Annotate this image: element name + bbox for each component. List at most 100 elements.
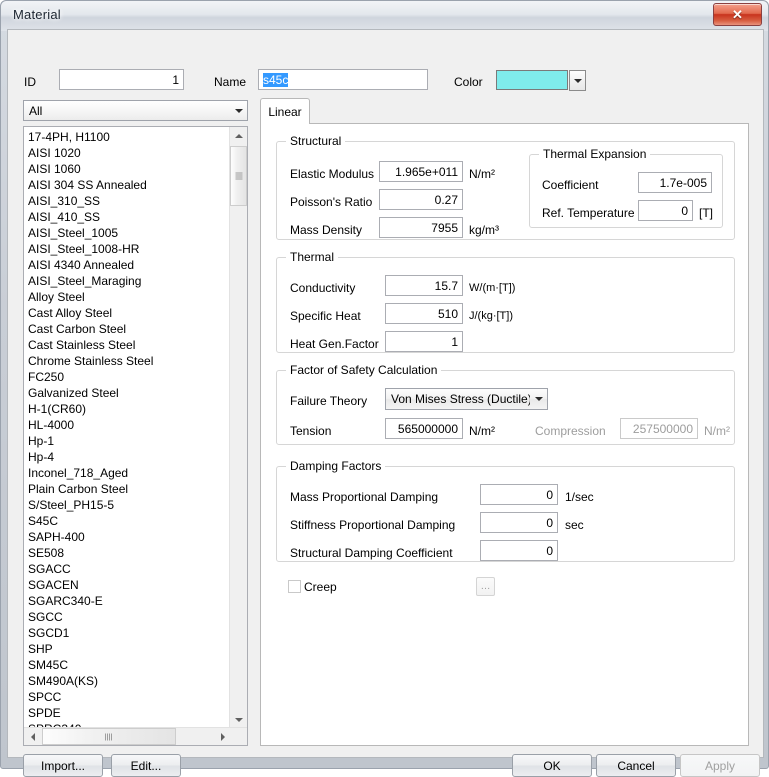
coefficient-input[interactable]: 1.7e-005 xyxy=(638,172,712,193)
mass-density-input[interactable]: 7955 xyxy=(379,217,463,238)
name-label: Name xyxy=(214,75,247,89)
list-item[interactable]: SGACEN xyxy=(27,577,230,593)
window-title: Material xyxy=(13,7,61,22)
elastic-modulus-label: Elastic Modulus xyxy=(290,167,375,181)
list-item[interactable]: Cast Stainless Steel xyxy=(27,337,230,353)
list-item[interactable]: SAPH-400 xyxy=(27,529,230,545)
list-item[interactable]: FC250 xyxy=(27,369,230,385)
list-item[interactable]: AISI 4340 Annealed xyxy=(27,257,230,273)
material-list-rows: 17-4PH, H1100 AISI 1020 AISI 1060 AISI 304 … xyxy=(24,127,230,745)
scroll-right-button[interactable] xyxy=(214,728,231,745)
name-value: s45c xyxy=(263,72,289,87)
factor-of-safety-group: Factor of Safety Calculation Failure The… xyxy=(276,363,735,445)
list-item[interactable]: AISI 304 SS Annealed xyxy=(27,177,230,193)
list-item[interactable]: AISI_Steel_1005 xyxy=(27,225,230,241)
list-item[interactable]: SPDE xyxy=(27,705,230,721)
import-button[interactable]: Import... xyxy=(23,754,103,777)
conductivity-input[interactable]: 15.7 xyxy=(385,275,463,296)
id-label: ID xyxy=(24,75,36,89)
scroll-down-button[interactable] xyxy=(230,711,247,728)
poissons-ratio-label: Poisson's Ratio xyxy=(290,195,373,209)
close-button[interactable]: ✕ xyxy=(713,3,762,26)
stiffness-proportional-damping-input[interactable]: 0 xyxy=(480,512,558,533)
list-item[interactable]: S45C xyxy=(27,513,230,529)
tab-linear[interactable]: Linear xyxy=(260,98,310,124)
color-swatch[interactable] xyxy=(496,70,568,90)
list-item[interactable]: SGARC340-E xyxy=(27,593,230,609)
list-item[interactable]: SM490A(KS) xyxy=(27,673,230,689)
scroll-left-button[interactable] xyxy=(24,728,41,745)
list-item[interactable]: Cast Carbon Steel xyxy=(27,321,230,337)
triangle-left-icon xyxy=(30,732,35,741)
list-item[interactable]: Chrome Stainless Steel xyxy=(27,353,230,369)
list-item[interactable]: SGCC xyxy=(27,609,230,625)
list-item[interactable]: AISI 1060 xyxy=(27,161,230,177)
specific-heat-input[interactable]: 510 xyxy=(385,303,463,324)
tension-unit: N/m² xyxy=(469,424,495,438)
mass-proportional-damping-unit: 1/sec xyxy=(565,490,594,504)
list-item[interactable]: HL-4000 xyxy=(27,417,230,433)
list-item[interactable]: Cast Alloy Steel xyxy=(27,305,230,321)
dialog-client-area: ID 1 Name s45c Color All 17-4PH, H1100 AI… xyxy=(7,29,764,777)
id-input[interactable]: 1 xyxy=(59,69,184,90)
horizontal-scroll-thumb[interactable] xyxy=(42,728,176,745)
compression-input: 257500000 xyxy=(620,418,698,439)
ref-temperature-value: 0 xyxy=(681,203,688,218)
structural-group: Structural Elastic Modulus 1.965e+011 N/… xyxy=(276,134,735,240)
elastic-modulus-unit: N/m² xyxy=(469,167,495,181)
creep-options-button[interactable]: … xyxy=(476,577,495,596)
heat-gen-factor-input[interactable]: 1 xyxy=(385,331,463,352)
color-dropdown-button[interactable] xyxy=(569,70,586,91)
list-vertical-scrollbar[interactable] xyxy=(229,127,247,728)
compression-label: Compression xyxy=(535,424,606,438)
list-item[interactable]: SE508 xyxy=(27,545,230,561)
structural-damping-coefficient-value: 0 xyxy=(546,543,553,558)
list-item[interactable]: AISI_Steel_1008-HR xyxy=(27,241,230,257)
list-item[interactable]: SGACC xyxy=(27,561,230,577)
list-item[interactable]: Alloy Steel xyxy=(27,289,230,305)
thermal-expansion-group: Thermal Expansion Coefficient 1.7e-005 R… xyxy=(529,147,723,228)
ok-button[interactable]: OK xyxy=(512,754,592,777)
list-item[interactable]: AISI_Steel_Maraging xyxy=(27,273,230,289)
category-filter-combo[interactable]: All xyxy=(23,100,248,121)
material-listbox[interactable]: 17-4PH, H1100 AISI 1020 AISI 1060 AISI 304 … xyxy=(23,126,248,746)
list-item[interactable]: Inconel_718_Aged xyxy=(27,465,230,481)
ref-temperature-input[interactable]: 0 xyxy=(638,200,693,221)
list-horizontal-scrollbar[interactable] xyxy=(24,727,247,745)
list-item[interactable]: SM45C xyxy=(27,657,230,673)
list-item[interactable]: Plain Carbon Steel xyxy=(27,481,230,497)
list-item[interactable]: AISI 1020 xyxy=(27,145,230,161)
list-item[interactable]: AISI_310_SS xyxy=(27,193,230,209)
list-item[interactable]: SHP xyxy=(27,641,230,657)
ref-temperature-label: Ref. Temperature xyxy=(542,206,635,220)
creep-checkbox[interactable] xyxy=(288,580,301,593)
id-value: 1 xyxy=(172,72,179,87)
tension-input[interactable]: 565000000 xyxy=(385,418,463,439)
list-item[interactable]: SPCC xyxy=(27,689,230,705)
chevron-down-icon xyxy=(530,389,547,409)
failure-theory-value: Von Mises Stress (Ductile) xyxy=(391,392,530,406)
triangle-up-icon xyxy=(234,133,243,138)
apply-button: Apply xyxy=(680,754,760,777)
structural-damping-coefficient-label: Structural Damping Coefficient xyxy=(290,546,453,560)
poissons-ratio-input[interactable]: 0.27 xyxy=(379,189,463,210)
structural-damping-coefficient-input[interactable]: 0 xyxy=(480,540,558,561)
list-item[interactable]: 17-4PH, H1100 xyxy=(27,129,230,145)
list-item[interactable]: Hp-1 xyxy=(27,433,230,449)
tension-value: 565000000 xyxy=(397,421,458,436)
list-item[interactable]: S/Steel_PH15-5 xyxy=(27,497,230,513)
elastic-modulus-input[interactable]: 1.965e+011 xyxy=(379,161,463,182)
list-item[interactable]: Hp-4 xyxy=(27,449,230,465)
mass-proportional-damping-input[interactable]: 0 xyxy=(480,484,558,505)
list-item[interactable]: AISI_410_SS xyxy=(27,209,230,225)
list-item[interactable]: Galvanized Steel xyxy=(27,385,230,401)
edit-button[interactable]: Edit... xyxy=(111,754,181,777)
name-input[interactable]: s45c xyxy=(258,69,428,90)
scroll-up-button[interactable] xyxy=(230,127,247,144)
list-item[interactable]: H-1(CR60) xyxy=(27,401,230,417)
failure-theory-combo[interactable]: Von Mises Stress (Ductile) xyxy=(385,388,548,410)
vertical-scroll-thumb[interactable] xyxy=(230,146,247,206)
cancel-button[interactable]: Cancel xyxy=(596,754,676,777)
list-item[interactable]: SGCD1 xyxy=(27,625,230,641)
creep-label: Creep xyxy=(304,580,337,594)
